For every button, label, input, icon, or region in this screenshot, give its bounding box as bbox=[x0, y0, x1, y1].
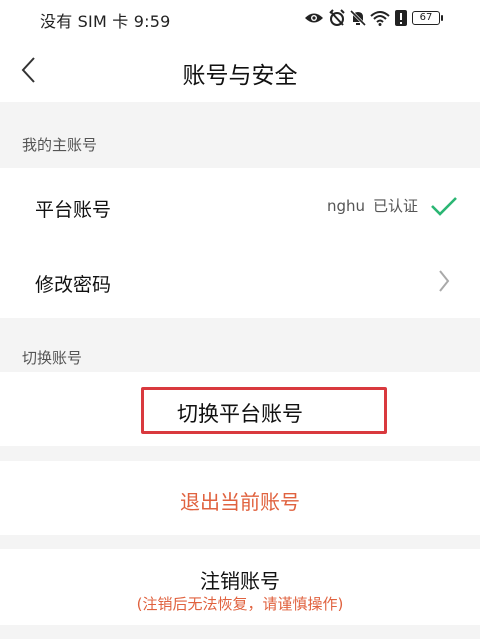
header-bar: 账号与安全 bbox=[0, 38, 480, 102]
platform-account-label: 平台账号 bbox=[35, 199, 112, 221]
bell-mute-icon bbox=[350, 9, 366, 27]
change-password-label: 修改密码 bbox=[35, 274, 112, 296]
verified-status: 已认证 bbox=[372, 197, 418, 215]
alert-icon bbox=[395, 10, 407, 26]
main-account-card: 平台账号 nghu 已认证 修改密码 bbox=[0, 168, 480, 318]
battery-icon: 67 bbox=[412, 11, 443, 25]
alarm-mute-icon bbox=[329, 9, 345, 26]
check-icon bbox=[431, 196, 457, 216]
logout-card[interactable]: 退出当前账号 bbox=[0, 461, 480, 535]
account-name: nghu bbox=[326, 196, 365, 215]
platform-account-status: nghu 已认证 bbox=[327, 195, 458, 216]
battery-level: 67 bbox=[419, 12, 433, 23]
status-bar: 没有 SIM 卡 9:59 67 bbox=[0, 0, 480, 38]
status-carrier-time: 没有 SIM 卡 9:59 bbox=[40, 12, 171, 31]
chevron-right-icon bbox=[439, 270, 450, 292]
cancel-account-button[interactable]: 注销账号 bbox=[0, 565, 480, 594]
wifi-icon bbox=[370, 11, 390, 26]
change-password-arrow bbox=[438, 269, 450, 293]
highlight-box bbox=[141, 387, 387, 434]
logout-button[interactable]: 退出当前账号 bbox=[0, 486, 480, 515]
cancel-account-card[interactable]: 注销账号 (注销后无法恢复，请谨慎操作) bbox=[0, 549, 480, 625]
status-icons: 67 bbox=[304, 8, 443, 28]
cancel-account-note: (注销后无法恢复，请谨慎操作) bbox=[136, 595, 344, 613]
page-title: 账号与安全 bbox=[182, 63, 298, 89]
platform-account-row[interactable]: 平台账号 nghu 已认证 bbox=[0, 168, 480, 243]
eye-icon bbox=[305, 13, 323, 23]
section-label-main-account: 我的主账号 bbox=[22, 136, 98, 154]
section-label-switch-account: 切换账号 bbox=[22, 349, 83, 367]
change-password-row[interactable]: 修改密码 bbox=[0, 243, 480, 318]
